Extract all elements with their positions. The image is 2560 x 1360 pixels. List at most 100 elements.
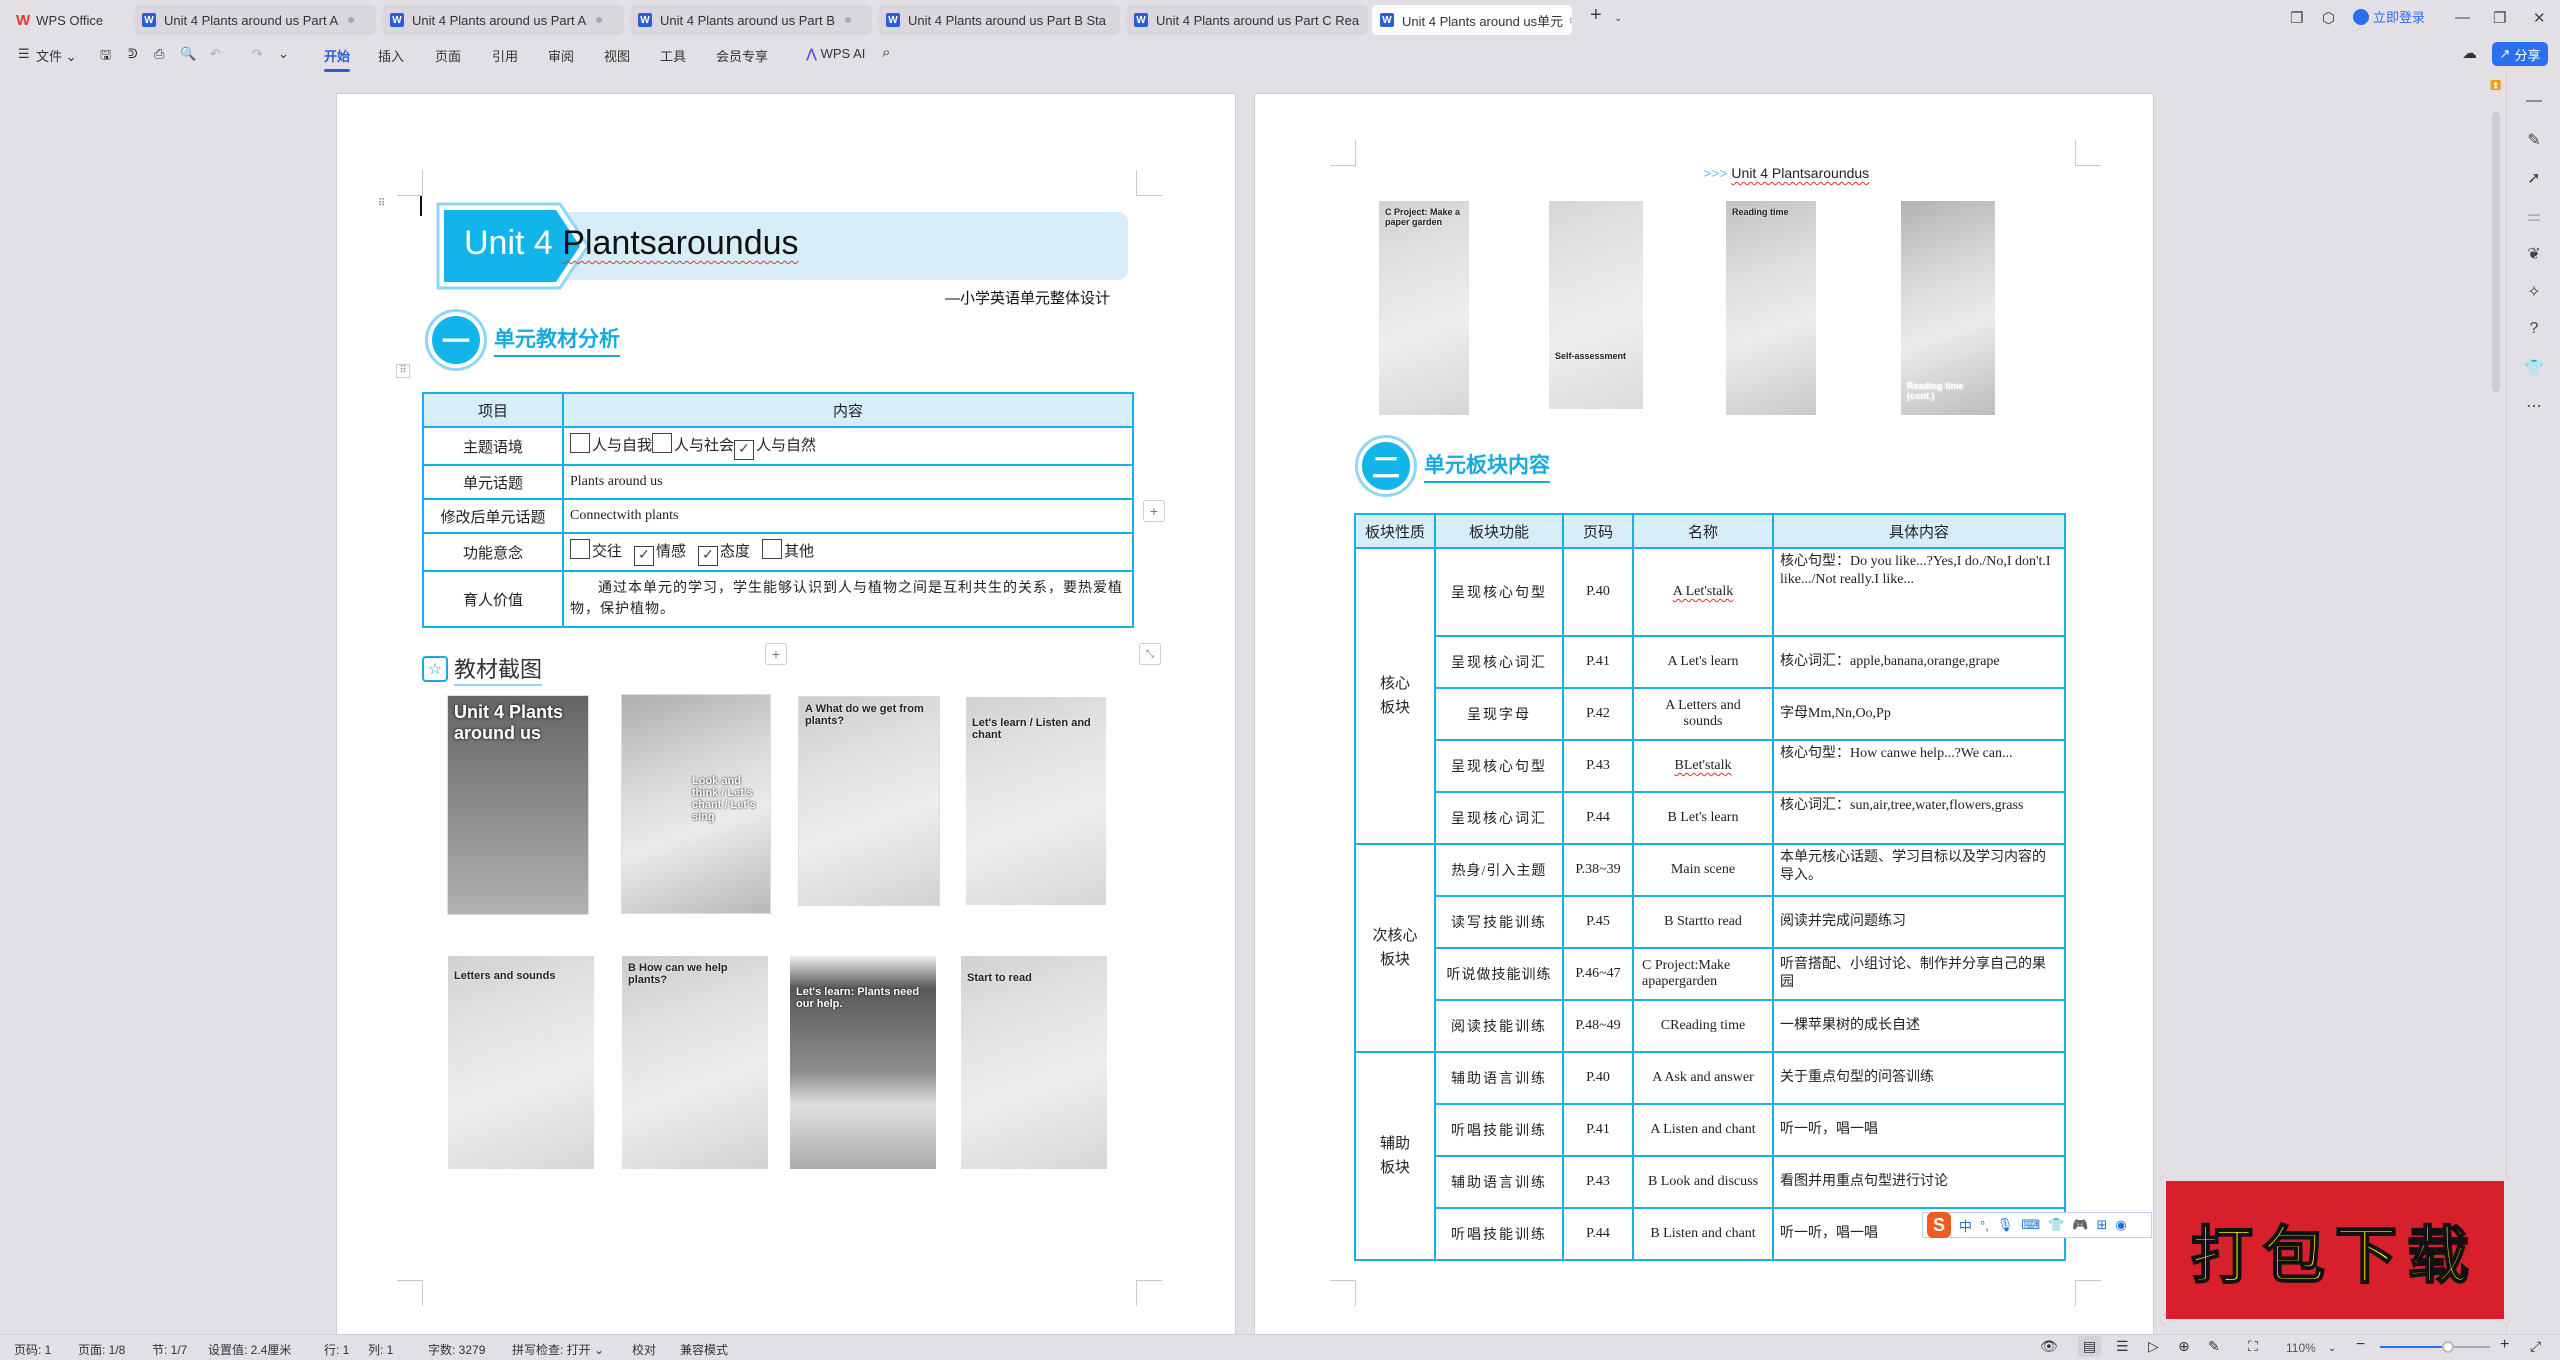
cube-icon[interactable]: ⬡ xyxy=(2322,9,2335,27)
textbook-page-thumbnail[interactable]: Reading time xyxy=(1725,200,1817,416)
add-row-button[interactable]: + xyxy=(765,643,787,665)
textbook-page-thumbnail[interactable]: Start to read xyxy=(960,955,1108,1170)
doc-tab[interactable]: W Unit 4 Plants around us Part A xyxy=(382,5,624,35)
zoom-dropdown-icon[interactable]: ⌄ xyxy=(2328,1343,2336,1354)
search-icon[interactable]: ⌕ xyxy=(882,44,890,61)
zoom-slider[interactable] xyxy=(2380,1341,2490,1353)
save-icon[interactable]: 🖫 xyxy=(100,46,111,68)
write-mode-icon[interactable]: ✎ xyxy=(2208,1338,2220,1355)
drag-handle-icon[interactable]: ⠿ xyxy=(378,198,385,209)
tab-list-chevron-icon[interactable]: ⌄ xyxy=(1614,13,1622,24)
zoom-level[interactable]: 110% xyxy=(2286,1341,2316,1355)
wps-ai-button[interactable]: ⋀ WPS AI xyxy=(806,46,865,62)
undo-icon[interactable]: ↶ xyxy=(210,46,221,62)
ribbon-tab-member[interactable]: 会员专享 xyxy=(716,46,768,65)
ribbon-tab-view[interactable]: 视图 xyxy=(604,46,630,65)
microphone-icon[interactable]: 🎙 xyxy=(1997,1217,2014,1233)
checkbox[interactable] xyxy=(762,538,783,559)
status-column[interactable]: 列: 1 xyxy=(368,1341,393,1358)
close-window-button[interactable]: ✕ xyxy=(2533,9,2546,27)
ribbon-tab-tools[interactable]: 工具 xyxy=(660,46,686,65)
cloud-upload-icon[interactable]: ☁ xyxy=(2462,44,2477,62)
ime-punct[interactable]: °, xyxy=(1980,1218,1989,1233)
spell-check-toggle[interactable]: 拼写检查: 打开 ⌄ xyxy=(512,1341,604,1358)
status-row[interactable]: 行: 1 xyxy=(324,1341,349,1358)
textbook-page-thumbnail[interactable]: Reading time (cont.) xyxy=(1900,200,1996,416)
login-button[interactable]: 立即登录 xyxy=(2353,7,2425,26)
status-section[interactable]: 节: 1/7 xyxy=(152,1341,187,1358)
skin-icon[interactable]: 👕 xyxy=(2048,1217,2064,1233)
textbook-page-thumbnail[interactable]: A What do we get from plants? xyxy=(798,696,940,906)
ribbon-tab-page[interactable]: 页面 xyxy=(435,46,461,65)
doc-tab[interactable]: W Unit 4 Plants around us Part A xyxy=(134,5,376,35)
share-button[interactable]: ↗ 分享 xyxy=(2492,42,2548,66)
file-menu[interactable]: 文件 ⌄ xyxy=(36,46,77,65)
adjust-sliders-icon[interactable]: ⚌ xyxy=(2523,206,2545,226)
outline-view-icon[interactable]: ☰ xyxy=(2116,1338,2129,1355)
page-view-icon[interactable]: ▤ xyxy=(2078,1336,2102,1357)
keyboard-icon[interactable]: ⌨ xyxy=(2021,1217,2040,1233)
ribbon-tab-references[interactable]: 引用 xyxy=(492,46,518,65)
vertical-scrollbar[interactable] xyxy=(2492,112,2500,392)
doc-tab[interactable]: W Unit 4 Plants around us Part C Rea xyxy=(1126,5,1368,35)
textbook-page-thumbnail[interactable]: Look and think / Let's chant / Let's sin… xyxy=(621,694,771,914)
select-cursor-icon[interactable]: ➚ xyxy=(2523,168,2545,188)
help-icon[interactable]: ? xyxy=(2523,320,2545,338)
checkbox[interactable] xyxy=(652,432,673,453)
print-preview-icon[interactable]: 🔍 xyxy=(180,46,196,62)
fit-page-icon[interactable]: ⛶ xyxy=(2248,1338,2258,1355)
zoom-in-button[interactable]: + xyxy=(2500,1336,2509,1354)
ribbon-tab-home[interactable]: 开始 xyxy=(324,46,351,72)
ribbon-tab-review[interactable]: 审阅 xyxy=(548,46,574,65)
window-layout-icon[interactable]: ❐ xyxy=(2290,9,2303,27)
textbook-page-thumbnail[interactable]: Unit 4 Plants around us xyxy=(447,695,589,915)
proofread-button[interactable]: 校对 xyxy=(632,1341,656,1358)
table-resize-icon[interactable]: ⤡ xyxy=(1139,643,1161,665)
scroll-top-icon[interactable]: ⏫ xyxy=(2490,80,2501,91)
textbook-page-thumbnail[interactable]: B How can we help plants? xyxy=(621,955,769,1170)
apps-grid-icon[interactable]: ⊞ xyxy=(2096,1217,2107,1233)
doc-tab[interactable]: W Unit 4 Plants around us Part B xyxy=(630,5,872,35)
format-painter-icon[interactable]: ᕲ xyxy=(128,46,138,62)
status-page-number[interactable]: 页码: 1 xyxy=(14,1341,51,1358)
gamepad-icon[interactable]: 🎮 xyxy=(2072,1217,2088,1233)
ribbon-tab-insert[interactable]: 插入 xyxy=(378,46,404,65)
textbook-page-thumbnail[interactable]: Let's learn / Listen and chant xyxy=(965,696,1107,906)
status-setting[interactable]: 设置值: 2.4厘米 xyxy=(208,1341,291,1358)
menu-icon[interactable]: ☰ xyxy=(18,46,30,62)
checkbox-checked[interactable]: ✓ xyxy=(634,545,655,566)
minimize-button[interactable]: — xyxy=(2455,9,2470,26)
restore-button[interactable]: ❐ xyxy=(2493,9,2506,27)
textbook-page-thumbnail[interactable]: Letters and sounds xyxy=(447,955,595,1170)
doc-tab[interactable]: W Unit 4 Plants around us Part B Sta xyxy=(878,5,1120,35)
more-icon[interactable]: ⋯ xyxy=(2523,396,2545,416)
collapse-icon[interactable]: — xyxy=(2523,92,2545,110)
play-icon[interactable]: ▷ xyxy=(2148,1338,2159,1355)
new-tab-button[interactable]: + xyxy=(1590,4,1602,27)
mascot-icon[interactable]: ◉ xyxy=(2115,1217,2126,1233)
checkbox-checked[interactable]: ✓ xyxy=(698,545,719,566)
fullscreen-icon[interactable]: ⤢ xyxy=(2530,1338,2541,1355)
style-icon[interactable]: ❦ xyxy=(2523,244,2545,264)
more-chevron-icon[interactable]: ⌄ xyxy=(278,46,289,62)
redo-icon[interactable]: ↷ xyxy=(252,46,263,62)
checkbox[interactable] xyxy=(570,432,590,453)
textbook-page-thumbnail[interactable]: C Project: Make a paper garden xyxy=(1378,200,1470,416)
eye-protection-icon[interactable]: 👁 xyxy=(2040,1338,2058,1355)
status-word-count[interactable]: 字数: 3279 xyxy=(428,1341,485,1358)
magic-wand-icon[interactable]: ✧ xyxy=(2523,282,2545,302)
checkbox[interactable] xyxy=(570,538,590,559)
web-view-icon[interactable]: ⊕ xyxy=(2178,1338,2190,1355)
doc-tab-active[interactable]: W Unit 4 Plants around us单元 ▭ ✕ xyxy=(1372,5,1572,35)
zoom-out-button[interactable]: − xyxy=(2356,1336,2365,1354)
tab-wps-office[interactable]: W WPS Office xyxy=(8,5,128,35)
textbook-page-thumbnail[interactable]: Self-assessment xyxy=(1548,200,1644,410)
print-icon[interactable]: ⎙ xyxy=(154,46,164,62)
checkbox-checked[interactable]: ✓ xyxy=(734,439,755,460)
table-move-handle-icon[interactable]: ⠿ xyxy=(396,364,410,378)
package-download-stamp[interactable]: 打包下载 xyxy=(2160,1175,2510,1325)
skin-icon[interactable]: 👕 xyxy=(2523,358,2545,378)
ime-mode[interactable]: 中 xyxy=(1959,1216,1972,1235)
status-pages[interactable]: 页面: 1/8 xyxy=(78,1341,125,1358)
textbook-page-thumbnail[interactable]: Let's learn: Plants need our help. xyxy=(789,955,937,1170)
